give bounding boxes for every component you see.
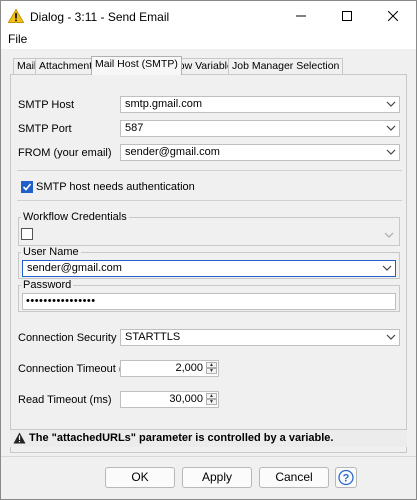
chevron-down-icon [382, 265, 392, 271]
auth-checkbox[interactable] [21, 181, 33, 193]
smtp-host-value: smtp.gmail.com [125, 98, 203, 110]
smtp-host-label: SMTP Host [18, 99, 75, 111]
warning-icon [13, 432, 26, 444]
minimize-icon [296, 15, 306, 17]
chevron-down-icon [386, 101, 396, 107]
title-bar: Dialog - 3:11 - Send Email [1, 1, 416, 31]
user-name-value: sender@gmail.com [27, 262, 122, 274]
window-title: Dialog - 3:11 - Send Email [30, 10, 170, 24]
chevron-down-icon [386, 149, 396, 155]
menu-bar: File [1, 31, 416, 49]
read-timeout-value: 30,000 [169, 393, 203, 405]
maximize-button[interactable] [324, 1, 370, 31]
maximize-icon [342, 11, 352, 21]
cancel-button[interactable]: Cancel [259, 467, 329, 488]
tab-mail-host[interactable]: Mail Host (SMTP) [91, 56, 182, 75]
password-label: Password [21, 279, 74, 291]
help-button[interactable]: ? [335, 467, 357, 488]
workflow-credentials-checkbox[interactable] [21, 228, 33, 240]
variable-warning: The "attachedURLs" parameter is controll… [10, 429, 407, 447]
spin-down-icon[interactable]: ▼ [206, 399, 217, 405]
svg-text:?: ? [343, 473, 350, 485]
chevron-down-icon [386, 334, 396, 340]
checkmark-icon [22, 183, 32, 191]
warning-text: The "attachedURLs" parameter is controll… [29, 432, 334, 444]
divider [17, 170, 402, 171]
divider [1, 456, 416, 457]
tab-job-manager[interactable]: Job Manager Selection [228, 58, 344, 74]
connection-security-value: STARTTLS [125, 331, 181, 343]
minimize-button[interactable] [278, 1, 324, 31]
connection-security-combo[interactable]: STARTTLS [120, 329, 400, 346]
smtp-host-combo[interactable]: smtp.gmail.com [120, 96, 400, 113]
read-timeout-label: Read Timeout (ms) [18, 394, 112, 406]
chevron-down-icon [384, 232, 394, 238]
connection-security-label: Connection Security [18, 332, 117, 344]
warning-triangle-icon [8, 9, 24, 23]
close-button[interactable] [370, 1, 416, 31]
menu-file[interactable]: File [8, 32, 27, 46]
password-field[interactable]: •••••••••••••••• [22, 293, 396, 310]
close-icon [388, 11, 398, 21]
from-value: sender@gmail.com [125, 146, 220, 158]
spinner-buttons[interactable]: ▲ ▼ [206, 393, 217, 406]
user-name-label: User Name [21, 246, 81, 258]
read-timeout-spinner[interactable]: 30,000 ▲ ▼ [120, 391, 219, 408]
ok-button[interactable]: OK [105, 467, 175, 488]
smtp-port-value: 587 [125, 122, 144, 134]
chevron-down-icon [386, 125, 396, 131]
tab-panel: SMTP Host smtp.gmail.com SMTP Port 587 F… [10, 74, 407, 453]
workflow-credentials-label: Workflow Credentials [21, 211, 129, 223]
smtp-port-combo[interactable]: 587 [120, 120, 400, 137]
help-icon: ? [338, 469, 354, 486]
spinner-buttons[interactable]: ▲ ▼ [206, 362, 217, 375]
apply-button[interactable]: Apply [182, 467, 252, 488]
spin-down-icon[interactable]: ▼ [206, 368, 217, 374]
from-combo[interactable]: sender@gmail.com [120, 144, 400, 161]
divider [17, 200, 402, 201]
smtp-port-label: SMTP Port [18, 123, 72, 135]
connection-timeout-value: 2,000 [175, 362, 203, 374]
user-name-combo[interactable]: sender@gmail.com [22, 260, 396, 277]
auth-label: SMTP host needs authentication [36, 181, 195, 193]
send-email-dialog: Dialog - 3:11 - Send Email File Mail Att… [0, 0, 417, 500]
from-label: FROM (your email) [18, 147, 112, 159]
connection-timeout-spinner[interactable]: 2,000 ▲ ▼ [120, 360, 219, 377]
